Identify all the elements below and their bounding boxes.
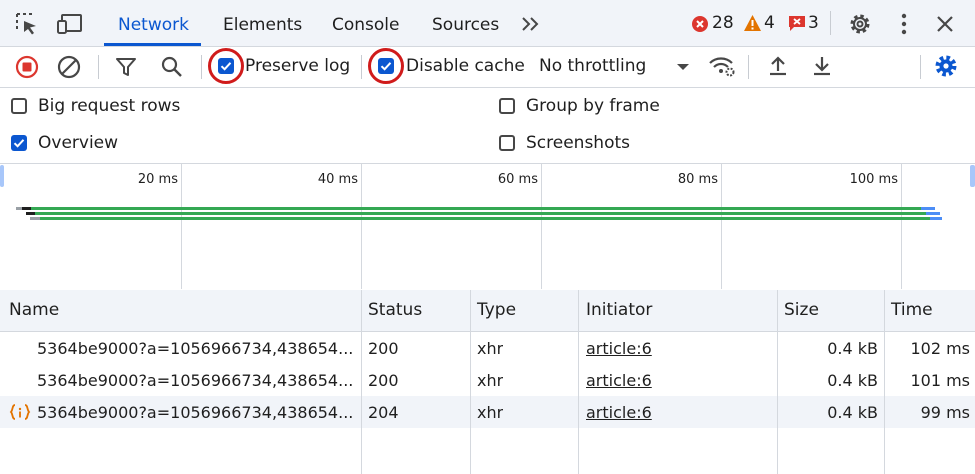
big-request-rows-checkbox[interactable] — [11, 98, 27, 114]
group-by-frame-checkbox[interactable] — [499, 98, 515, 114]
overview-right-handle[interactable] — [970, 165, 975, 187]
request-size: 0.4 kB — [827, 403, 878, 422]
big-request-rows-label[interactable]: Big request rows — [38, 96, 180, 116]
inspect-element-icon[interactable] — [14, 11, 40, 37]
request-initiator-link[interactable]: article:6 — [586, 339, 652, 358]
request-status: 200 — [368, 339, 399, 358]
tab-network[interactable]: Network — [118, 0, 189, 46]
overview-left-handle[interactable] — [0, 165, 4, 187]
divider — [830, 11, 831, 35]
request-type: xhr — [477, 403, 504, 422]
error-icon[interactable] — [691, 15, 709, 33]
request-size: 0.4 kB — [827, 339, 878, 358]
filter-icon[interactable] — [115, 56, 137, 78]
issues-count[interactable]: 3 — [808, 13, 819, 33]
import-upload-icon[interactable] — [766, 54, 790, 78]
overview-gridline — [181, 163, 182, 289]
request-name[interactable]: 5364be9000?a=1056966734,438654... — [37, 339, 355, 358]
overview-tick-label: 40 ms — [317, 172, 358, 187]
request-bar-download — [926, 212, 940, 215]
warning-icon[interactable] — [743, 14, 762, 32]
column-divider — [578, 290, 579, 474]
request-status: 200 — [368, 371, 399, 390]
request-bar-download — [930, 217, 942, 220]
overview-tick-label: 80 ms — [677, 172, 718, 187]
divider — [361, 55, 362, 79]
active-tab-indicator — [104, 43, 201, 46]
overview-label[interactable]: Overview — [38, 133, 118, 153]
clear-icon[interactable] — [57, 55, 81, 79]
column-header-status[interactable]: Status — [368, 300, 422, 320]
request-bar-waiting — [40, 217, 930, 220]
request-name[interactable]: 5364be9000?a=1056966734,438654... — [37, 371, 355, 390]
request-status: 204 — [368, 403, 399, 422]
issues-icon[interactable] — [788, 15, 806, 32]
request-initiator-link[interactable]: article:6 — [586, 371, 652, 390]
more-tabs-chevron-icon[interactable] — [520, 14, 542, 34]
disable-cache-label[interactable]: Disable cache — [406, 56, 525, 76]
overview-tick-label: 100 ms — [849, 172, 898, 187]
request-bar-waiting — [31, 207, 921, 210]
error-count[interactable]: 28 — [712, 13, 734, 33]
request-bar-waiting — [35, 212, 926, 215]
request-name[interactable]: 5364be9000?a=1056966734,438654... — [37, 403, 355, 422]
divider — [98, 55, 99, 79]
overview-gridline — [901, 163, 902, 289]
request-bar-queue — [30, 217, 40, 220]
settings-gear-icon[interactable] — [847, 11, 873, 37]
divider — [748, 55, 749, 79]
request-bar-stall — [26, 212, 35, 215]
column-header-name[interactable]: Name — [9, 300, 59, 320]
overview-tick-label: 20 ms — [137, 172, 178, 187]
throttling-select[interactable]: No throttling — [539, 56, 646, 76]
column-divider — [777, 290, 778, 474]
tab-sources[interactable]: Sources — [432, 0, 499, 46]
tab-console[interactable]: Console — [332, 0, 400, 46]
request-bar-download — [921, 207, 935, 210]
screenshots-label[interactable]: Screenshots — [526, 133, 630, 153]
request-bar-stall — [22, 207, 31, 210]
disable-cache-checkbox[interactable] — [378, 58, 394, 74]
preserve-log-label[interactable]: Preserve log — [245, 56, 350, 76]
screenshots-checkbox[interactable] — [499, 135, 515, 151]
overview-gridline — [721, 163, 722, 289]
overview-tick-label: 60 ms — [497, 172, 538, 187]
request-time: 102 ms — [910, 339, 970, 358]
request-type: xhr — [477, 371, 504, 390]
network-conditions-icon[interactable] — [708, 54, 736, 78]
export-download-icon[interactable] — [810, 54, 834, 78]
close-icon[interactable] — [935, 14, 955, 34]
search-icon[interactable] — [160, 55, 184, 79]
request-time: 101 ms — [910, 371, 970, 390]
overview-gridline — [541, 163, 542, 289]
column-divider — [884, 290, 885, 474]
column-header-initiator[interactable]: Initiator — [586, 300, 652, 320]
stop-recording-icon[interactable] — [15, 55, 39, 79]
column-header-type[interactable]: Type — [477, 300, 516, 320]
request-time: 99 ms — [920, 403, 970, 422]
divider — [920, 55, 921, 79]
request-type: xhr — [477, 339, 504, 358]
device-toolbar-icon[interactable] — [56, 12, 84, 36]
request-size: 0.4 kB — [827, 371, 878, 390]
divider — [201, 55, 202, 79]
network-settings-gear-icon[interactable] — [933, 53, 959, 79]
request-initiator-link[interactable]: article:6 — [586, 403, 652, 422]
overview-checkbox[interactable] — [11, 135, 27, 151]
column-divider — [470, 290, 471, 474]
warning-count[interactable]: 4 — [764, 13, 775, 33]
column-header-size[interactable]: Size — [784, 300, 819, 320]
column-divider — [361, 290, 362, 474]
preserve-log-checkbox[interactable] — [218, 58, 234, 74]
more-options-kebab-icon[interactable] — [896, 13, 912, 35]
group-by-frame-label[interactable]: Group by frame — [526, 96, 660, 116]
column-header-time[interactable]: Time — [891, 300, 933, 320]
json-response-icon — [9, 403, 31, 421]
chevron-down-icon[interactable] — [676, 62, 690, 72]
overview-gridline — [361, 163, 362, 289]
tab-elements[interactable]: Elements — [223, 0, 302, 46]
